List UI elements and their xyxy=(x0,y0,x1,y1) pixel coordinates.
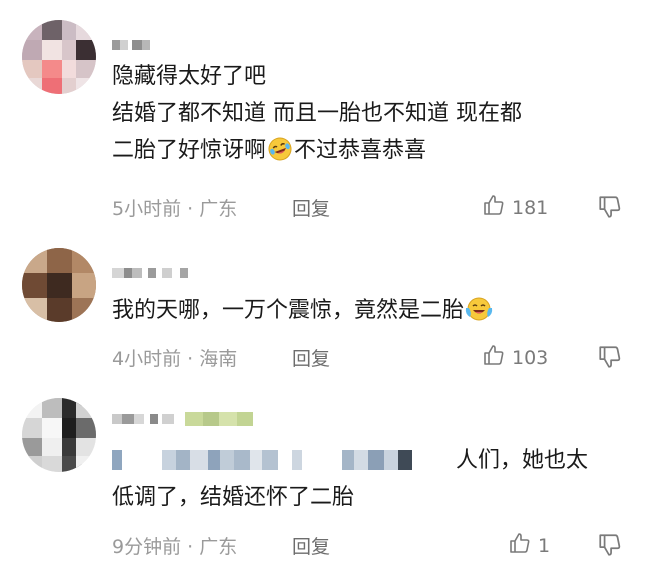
like-count: 181 xyxy=(512,196,549,219)
meta-dot: · xyxy=(187,348,194,370)
meta-dot: · xyxy=(187,536,194,558)
meta-dot: · xyxy=(187,198,194,220)
comment-meta: 4小时前 · 海南 xyxy=(112,344,237,371)
reply-button[interactable]: 回复 xyxy=(292,194,330,221)
comment-location: 广东 xyxy=(199,198,238,220)
comment-meta: 5小时前 · 广东 xyxy=(112,194,237,221)
comment-item: 人们，她也太 低调了，结婚还怀了二胎 9分钟前 · 广东 回复 1 xyxy=(0,380,660,570)
comment-time: 5小时前 xyxy=(112,198,182,220)
like-count: 103 xyxy=(512,346,549,369)
comment-line: 二胎了好惊讶啊 不过恭喜恭喜 xyxy=(112,132,642,169)
like-button[interactable]: 181 xyxy=(482,193,548,222)
comment-item: 隐藏得太好了吧 结婚了都不知道 而且一胎也不知道 现在都 二胎了好惊讶啊 不过恭… xyxy=(0,0,660,230)
thumbs-up-icon xyxy=(508,531,532,560)
thumbs-down-icon xyxy=(597,534,623,562)
comment-location: 海南 xyxy=(199,348,238,370)
comment-location: 广东 xyxy=(199,536,238,558)
username-redacted[interactable] xyxy=(112,408,254,426)
username-redacted[interactable] xyxy=(112,34,150,50)
comment-line: 结婚了都不知道 而且一胎也不知道 现在都 xyxy=(112,101,522,126)
thumbs-up-icon xyxy=(482,343,506,372)
comment-line: 隐藏得太好了吧 xyxy=(112,64,267,89)
dislike-button[interactable] xyxy=(597,344,623,374)
reply-button[interactable]: 回复 xyxy=(292,532,330,559)
comment-line-text: 我的天哪，一万个震惊，竟然是二胎 xyxy=(112,298,465,323)
comment-line: 人们，她也太 xyxy=(112,442,642,479)
comment-text: 我的天哪，一万个震惊，竟然是二胎 xyxy=(112,292,642,329)
laughing-crying-emoji-icon xyxy=(267,136,293,162)
like-button[interactable]: 103 xyxy=(482,343,548,372)
comment-text: 隐藏得太好了吧 结婚了都不知道 而且一胎也不知道 现在都 二胎了好惊讶啊 不过恭… xyxy=(112,58,642,169)
comment-line: 低调了，结婚还怀了二胎 xyxy=(112,485,355,510)
thumbs-down-icon xyxy=(597,346,623,374)
avatar[interactable] xyxy=(22,398,96,472)
comment-item: 我的天哪，一万个震惊，竟然是二胎 4小时前 · 海南 回复 103 xyxy=(0,230,660,380)
thumbs-up-icon xyxy=(482,193,506,222)
avatar-image xyxy=(22,248,96,322)
comment-time: 9分钟前 xyxy=(112,536,182,558)
comment-line-text: 二胎了好惊讶啊 xyxy=(112,138,267,163)
comment-line-text: 人们，她也太 xyxy=(456,448,589,473)
avatar[interactable] xyxy=(22,20,96,94)
thumbs-down-icon xyxy=(597,196,623,224)
avatar[interactable] xyxy=(22,248,96,322)
avatar-image xyxy=(22,20,96,94)
reply-button[interactable]: 回复 xyxy=(292,344,330,371)
redacted-text xyxy=(112,442,456,479)
avatar-image xyxy=(22,398,96,472)
dislike-button[interactable] xyxy=(597,194,623,224)
like-button[interactable]: 1 xyxy=(508,531,550,560)
comment-time: 4小时前 xyxy=(112,348,182,370)
dislike-button[interactable] xyxy=(597,532,623,562)
comment-meta: 9分钟前 · 广东 xyxy=(112,532,237,559)
crying-laughing-emoji-icon xyxy=(465,296,493,322)
comment-line: 我的天哪，一万个震惊，竟然是二胎 xyxy=(112,292,642,329)
like-count: 1 xyxy=(538,534,551,557)
comment-text: 人们，她也太 低调了，结婚还怀了二胎 xyxy=(112,442,642,516)
username-redacted[interactable] xyxy=(112,262,188,278)
comment-line-text: 不过恭喜恭喜 xyxy=(294,138,427,163)
